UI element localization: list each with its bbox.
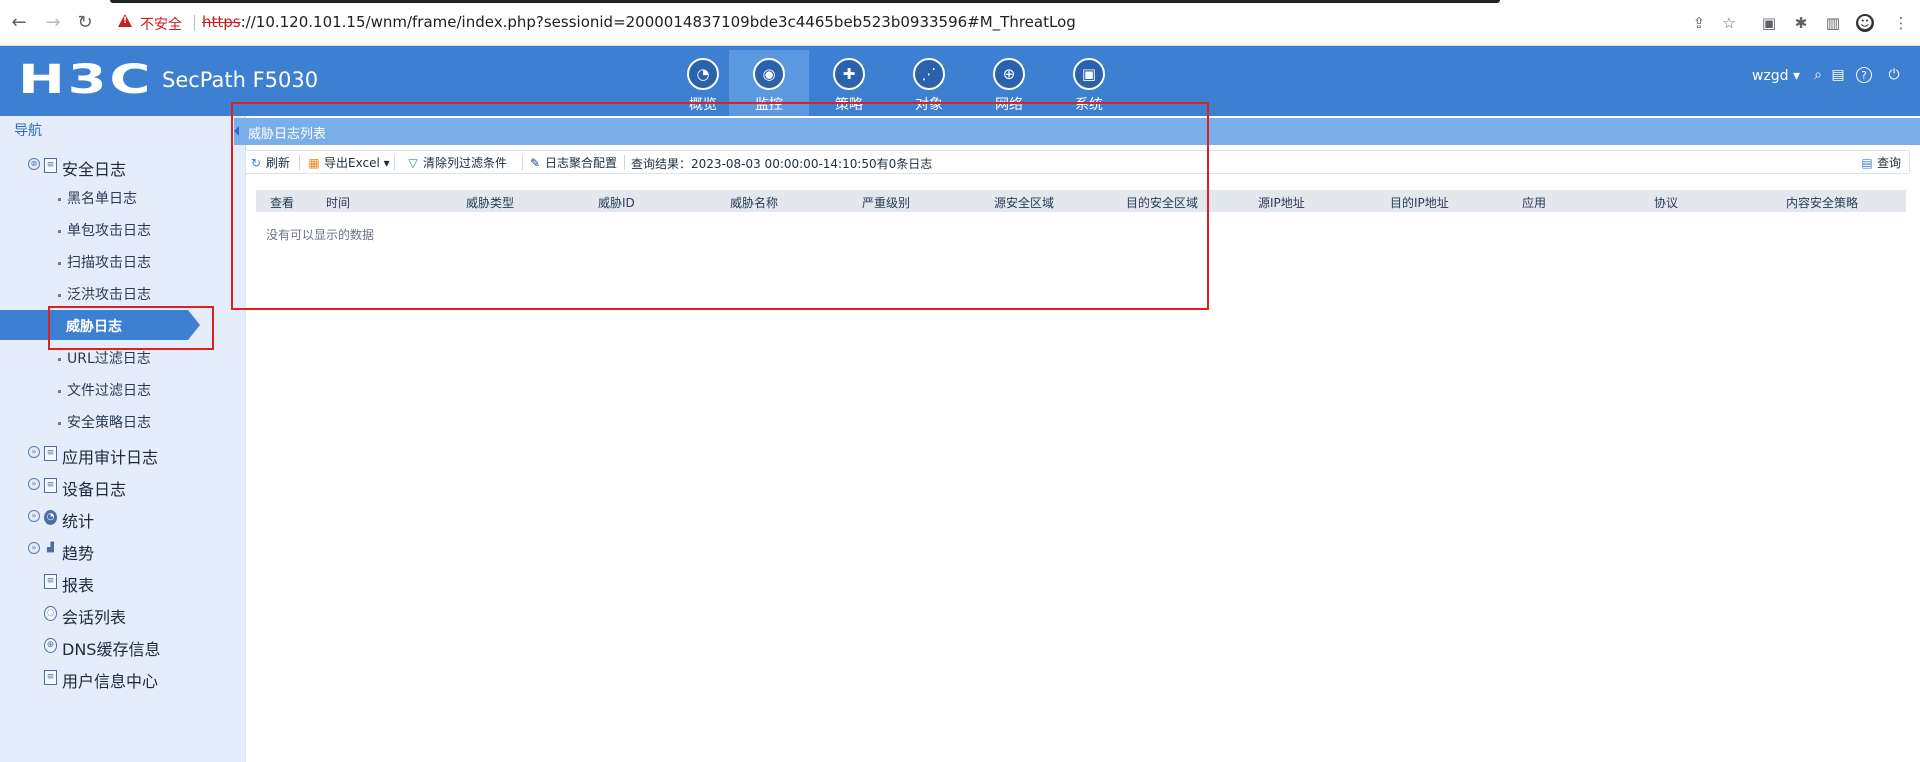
column-header[interactable]: 应用 <box>1522 194 1546 211</box>
sidebar-item-label: 文件过滤日志 <box>67 383 151 399</box>
back-icon[interactable]: ← <box>8 12 30 34</box>
browser-toolbar: ← → ↻ ! 不安全 https://10.120.101.15/wnm/fr… <box>0 0 1920 46</box>
column-header[interactable]: 协议 <box>1654 194 1678 211</box>
save-icon[interactable]: ▤ <box>1830 67 1846 83</box>
puzzle-extensions-icon[interactable]: ✱ <box>1792 14 1810 32</box>
product-name: SecPath F5030 <box>162 68 319 92</box>
column-header[interactable]: 源IP地址 <box>1258 194 1305 211</box>
user-card-icon: ≡ <box>44 670 57 685</box>
forward-icon[interactable]: → <box>42 12 64 34</box>
sidebar-group-label: DNS缓存信息 <box>62 640 161 659</box>
share-icon: ⋰ <box>913 58 945 90</box>
address-bar[interactable]: ! 不安全 https://10.120.101.15/wnm/frame/in… <box>110 8 1750 38</box>
sidebar-item-label: 黑名单日志 <box>67 191 137 207</box>
sidebar-item-policy-log[interactable]: 安全策略日志 <box>58 412 151 432</box>
url-path: ://10.120.101.15/wnm/frame/index.php?ses… <box>240 13 1076 31</box>
search-icon[interactable]: ⌕ <box>1810 67 1826 83</box>
report-icon: ≡ <box>44 574 57 589</box>
highlight-box-sidebar <box>48 306 214 350</box>
sidebar-item-label: 单包攻击日志 <box>67 223 151 239</box>
screen-icon: ▣ <box>1073 58 1105 90</box>
logout-icon[interactable]: ⏻ <box>1886 67 1902 83</box>
query-icon: ▤ <box>1861 156 1873 170</box>
sidebar-item-single-packet-log[interactable]: 单包攻击日志 <box>58 220 151 240</box>
query-label: 查询 <box>1877 156 1902 170</box>
tab-strip-edge <box>0 0 1920 4</box>
column-header[interactable]: 目的IP地址 <box>1390 194 1449 211</box>
pie-chart-icon: ◔ <box>44 510 57 525</box>
sidebar-group-label: 统计 <box>62 512 95 531</box>
collapse-icon[interactable]: ⊗ <box>28 158 40 170</box>
profile-avatar-icon[interactable]: ☻ <box>1856 14 1874 32</box>
sidebar-item-url-filter-log[interactable]: URL过滤日志 <box>58 348 151 368</box>
sidebar-group-label: 会话列表 <box>62 608 127 627</box>
log-icon: ≡ <box>44 446 57 461</box>
expand-icon[interactable]: » <box>28 542 40 554</box>
query-button[interactable]: ▤ 查询 <box>1860 154 1901 171</box>
column-header[interactable]: 内容安全策略 <box>1786 194 1858 211</box>
sidebar-item-label: URL过滤日志 <box>67 351 151 367</box>
share-page-icon[interactable]: ⇪ <box>1690 14 1708 32</box>
sidebar-item-label: 泛洪攻击日志 <box>67 287 151 303</box>
sidebar-group-label: 趋势 <box>62 544 95 563</box>
expand-icon[interactable]: » <box>28 446 40 458</box>
globe-icon: ⊕ <box>993 58 1025 90</box>
highlight-box-main <box>231 102 1209 310</box>
url-scheme: https <box>202 13 241 31</box>
side-panel-icon[interactable]: ▥ <box>1824 14 1842 32</box>
sidebar-group-label: 安全日志 <box>62 160 127 179</box>
sidebar-item-flood-log[interactable]: 泛洪攻击日志 <box>58 284 151 304</box>
extension-box-icon[interactable]: ▣ <box>1760 14 1778 32</box>
sidebar-item-label: 扫描攻击日志 <box>67 255 151 271</box>
browser-menu-icon[interactable]: ⋮ <box>1892 14 1910 32</box>
warning-icon: ! <box>118 14 132 27</box>
sidebar-group-label: 应用审计日志 <box>62 448 159 467</box>
sidebar-title: 导航 <box>14 123 42 139</box>
expand-icon[interactable]: » <box>28 478 40 490</box>
sidebar-item-blacklist-log[interactable]: 黑名单日志 <box>58 188 137 208</box>
sidebar-item-scan-log[interactable]: 扫描攻击日志 <box>58 252 151 272</box>
log-icon: ≡ <box>44 478 57 493</box>
sidebar-item-file-filter-log[interactable]: 文件过滤日志 <box>58 380 151 400</box>
reload-icon[interactable]: ↻ <box>74 12 96 34</box>
sidebar-group-label: 设备日志 <box>62 480 127 499</box>
address-separator <box>194 15 195 31</box>
log-icon: ≡ <box>44 158 57 173</box>
user-menu[interactable]: wzgd ▾ <box>1752 68 1800 84</box>
sidebar-group-label: 用户信息中心 <box>62 672 159 691</box>
help-icon[interactable]: ? <box>1856 67 1872 83</box>
h3c-logo: H3C <box>18 57 154 103</box>
sidebar-group-label: 报表 <box>62 576 95 595</box>
monitor-icon: ◉ <box>753 58 785 90</box>
url-text[interactable]: https://10.120.101.15/wnm/frame/index.ph… <box>202 13 1076 31</box>
expand-icon[interactable]: » <box>28 510 40 522</box>
shield-icon: ✚ <box>833 58 865 90</box>
sidebar-item-label: 安全策略日志 <box>67 415 151 431</box>
insecure-label[interactable]: 不安全 <box>140 14 182 34</box>
dashboard-icon: ◔ <box>687 58 719 90</box>
chat-icon: ◌ <box>44 606 57 621</box>
bookmark-star-icon[interactable]: ☆ <box>1720 14 1738 32</box>
globe-icon: ⊕ <box>44 638 57 653</box>
sidebar: 导航 ⊗ ≡ 安全日志 黑名单日志 单包攻击日志 扫描攻击日志 泛洪攻击日志 威… <box>0 116 246 762</box>
trend-chart-icon: ▟ <box>47 543 54 553</box>
